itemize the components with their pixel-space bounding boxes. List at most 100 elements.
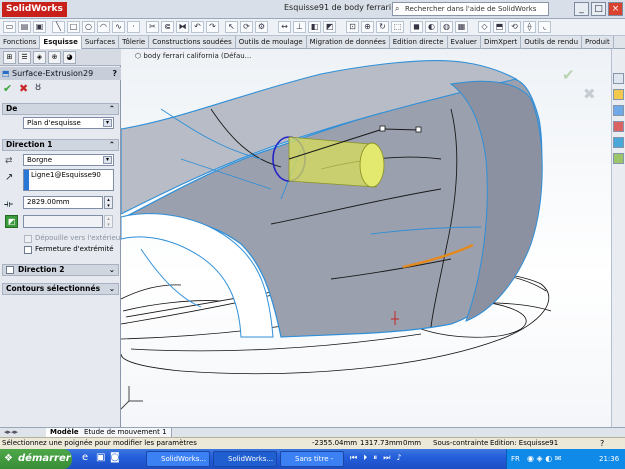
select-icon[interactable]: ↖	[225, 21, 238, 33]
appearance-icon[interactable]: ◍	[440, 21, 453, 33]
draft-spinner[interactable]: ▴ ▾	[104, 215, 113, 228]
mirror-icon[interactable]: ⧓	[176, 21, 189, 33]
preview-glasses-icon[interactable]: ȣ	[35, 82, 41, 93]
section-view-icon[interactable]: ◩	[323, 21, 336, 33]
confirm-corner-check-icon[interactable]: ✔	[562, 66, 575, 84]
confirm-corner-cancel-icon[interactable]: ✖	[583, 85, 596, 103]
direction-ref-field[interactable]: Ligne1@Esquisse90	[23, 169, 114, 191]
app-logo[interactable]: SolidWorks	[2, 2, 67, 17]
help-search-input[interactable]: ⌕ Rechercher dans l'aide de SolidWorks	[392, 2, 549, 16]
car-body-model[interactable]	[121, 49, 611, 427]
property-manager-icon[interactable]: ☰	[18, 51, 31, 64]
media-play-icon[interactable]: ⏵	[363, 453, 367, 465]
custom-properties-icon[interactable]	[613, 153, 624, 164]
view-palette-icon[interactable]	[613, 121, 624, 132]
handle-point[interactable]	[379, 125, 386, 132]
tab-migration-donnees[interactable]: Migration de données	[307, 36, 390, 49]
tab-scroll-arrows[interactable]: ◂▸◂▸	[4, 428, 18, 436]
options-icon[interactable]: ⚙	[255, 21, 268, 33]
expand-icon[interactable]: ⌄	[109, 284, 115, 294]
solidworks-quicklaunch-icon[interactable]: ◙	[110, 452, 120, 463]
configuration-icon[interactable]: ◈	[33, 51, 46, 64]
point-icon[interactable]: ·	[127, 21, 140, 33]
volume-icon[interactable]: ♪	[396, 453, 401, 465]
display-icon[interactable]: ◧	[308, 21, 321, 33]
maximize-button[interactable]: □	[591, 2, 606, 16]
zoom-area-icon[interactable]: ⊕	[361, 21, 374, 33]
sketch-line-icon[interactable]: ╲	[52, 21, 65, 33]
hide-show-icon[interactable]: ◐	[425, 21, 438, 33]
open-file-icon[interactable]: ▤	[18, 21, 31, 33]
end-condition-select[interactable]: Borgne ▾	[23, 154, 114, 166]
tab-constructions-soudees[interactable]: Constructions soudées	[149, 36, 236, 49]
section-direction2-header[interactable]: Direction 2 ⌄	[2, 264, 119, 276]
viewport-tree-label[interactable]: ⬡ body ferrari california (Défau...	[135, 52, 251, 60]
section-contours-header[interactable]: Contours sélectionnés ⌄	[2, 283, 119, 295]
shaded-icon[interactable]: ◼	[410, 21, 423, 33]
feature-tree-icon[interactable]: ⊞	[3, 51, 16, 64]
arc-icon[interactable]: ◠	[97, 21, 110, 33]
direction2-checkbox[interactable]	[6, 266, 14, 274]
expand-icon[interactable]: ⌄	[109, 265, 115, 275]
dimension-icon[interactable]: ↔	[278, 21, 291, 33]
tray-icons[interactable]: ◉ ◈ ◐ ✉	[527, 449, 561, 469]
tab-outils-rendu[interactable]: Outils de rendu	[521, 36, 583, 49]
file-explorer-icon[interactable]	[613, 105, 624, 116]
draft-toggle-icon[interactable]: ◩	[5, 215, 18, 228]
view-orientation-icon[interactable]: ⬚	[391, 21, 404, 33]
appearances-icon[interactable]	[613, 137, 624, 148]
rotate-view-icon[interactable]: ↻	[376, 21, 389, 33]
save-icon[interactable]: ▣	[33, 21, 46, 33]
draft-angle-input[interactable]	[23, 215, 103, 228]
display-manager-icon[interactable]: ◕	[63, 51, 76, 64]
zoom-fit-icon[interactable]: ⊡	[346, 21, 359, 33]
scene-icon[interactable]: ▦	[455, 21, 468, 33]
section-de-header[interactable]: De ⌃	[2, 103, 119, 115]
close-button[interactable]: ×	[608, 2, 623, 16]
extrude-icon[interactable]: ⬒	[493, 21, 506, 33]
graphics-viewport[interactable]: ⬡ body ferrari california (Défau... ✔ ✖	[121, 49, 611, 427]
new-file-icon[interactable]: ▭	[3, 21, 16, 33]
revolve-icon[interactable]: ⟲	[508, 21, 521, 33]
help-icon[interactable]: ?	[600, 438, 604, 449]
draft-outward-checkbox[interactable]	[24, 235, 32, 243]
relation-icon[interactable]: ⊥	[293, 21, 306, 33]
tab-dimxpert[interactable]: DimXpert	[481, 36, 522, 49]
tab-tolerie[interactable]: Tôlerie	[119, 36, 150, 49]
tab-esquisse[interactable]: Esquisse	[40, 36, 82, 49]
circle-icon[interactable]: ○	[82, 21, 95, 33]
tab-evaluer[interactable]: Evaluer	[448, 36, 481, 49]
taskbar-notepad[interactable]: Sans titre -	[280, 451, 344, 467]
taskbar-solidworks-2[interactable]: SolidWorks...	[213, 451, 277, 467]
rectangle-icon[interactable]: □	[67, 21, 80, 33]
media-next-icon[interactable]: ⏭	[383, 453, 390, 465]
dimxpert-icon[interactable]: ⊕	[48, 51, 61, 64]
loft-icon[interactable]: ⟠	[523, 21, 536, 33]
section-direction1-header[interactable]: Direction 1 ⌃	[2, 139, 119, 151]
cancel-x-icon[interactable]: ✖	[19, 82, 28, 95]
from-select[interactable]: Plan d'esquisse ▾	[23, 117, 114, 129]
tab-outils-moulage[interactable]: Outils de moulage	[236, 36, 307, 49]
surface-icon[interactable]: ◇	[478, 21, 491, 33]
reverse-direction-icon[interactable]: ⇄	[5, 156, 13, 166]
undo-icon[interactable]: ↶	[191, 21, 204, 33]
minimize-button[interactable]: _	[574, 2, 589, 16]
explorer-quicklaunch-icon[interactable]: ▣	[96, 452, 105, 463]
tab-produit[interactable]: Produit	[582, 36, 614, 49]
resources-icon[interactable]	[613, 73, 624, 84]
tab-surfaces[interactable]: Surfaces	[82, 36, 120, 49]
trim-icon[interactable]: ✂	[146, 21, 159, 33]
ie-quicklaunch-icon[interactable]: e	[82, 452, 88, 463]
offset-icon[interactable]: ⋐	[161, 21, 174, 33]
depth-input[interactable]: 2829.00mm	[23, 196, 103, 209]
start-button[interactable]: ❖ démarrer	[0, 449, 72, 469]
depth-spinner[interactable]: ▴ ▾	[104, 196, 113, 209]
collapse-icon[interactable]: ⌃	[109, 104, 115, 114]
language-indicator[interactable]: FR	[511, 449, 520, 469]
cap-end-checkbox[interactable]	[24, 246, 32, 254]
spline-icon[interactable]: ∿	[112, 21, 125, 33]
handle-point[interactable]	[415, 126, 422, 133]
design-library-icon[interactable]	[613, 89, 624, 100]
redo-icon[interactable]: ↷	[206, 21, 219, 33]
media-prev-icon[interactable]: ⏮	[350, 453, 357, 465]
